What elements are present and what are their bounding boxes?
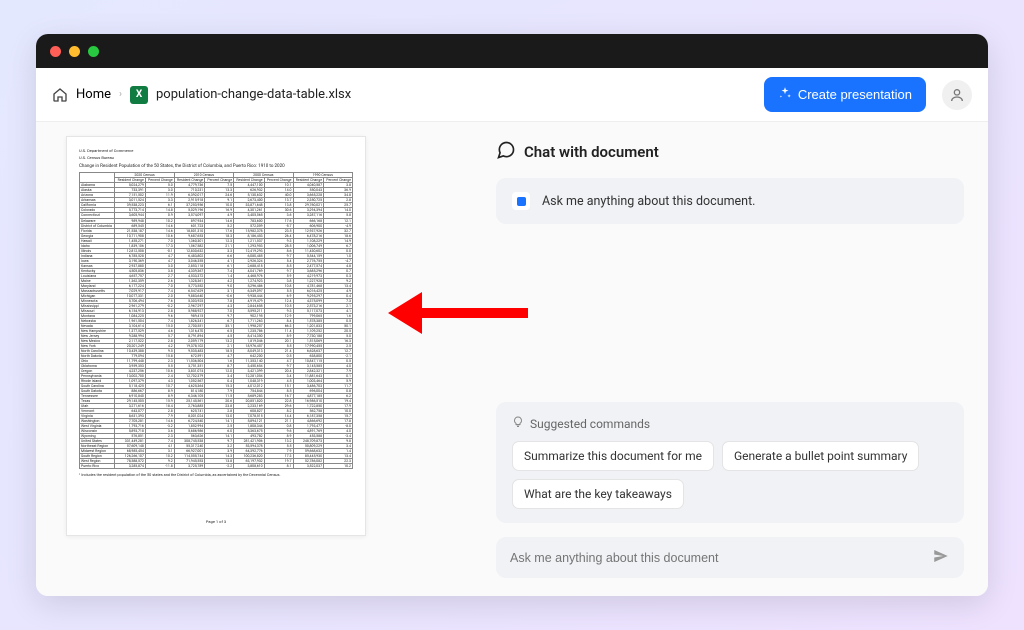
chat-header-title: Chat with document — [524, 143, 659, 161]
breadcrumb-home[interactable]: Home — [76, 87, 111, 102]
home-icon[interactable] — [52, 87, 68, 103]
main: U.S. Department of Commerce U.S. Census … — [36, 122, 988, 596]
chat-intro-text: Ask me anything about this document. — [542, 194, 755, 209]
sparkle-icon — [778, 86, 792, 103]
doc-title: Change in Resident Population of the 50 … — [79, 164, 353, 169]
titlebar — [36, 34, 988, 68]
suggestion-chip[interactable]: What are the key takeaways — [512, 479, 684, 509]
assistant-avatar-icon — [512, 192, 530, 210]
doc-dept: U.S. Department of Commerce — [79, 149, 353, 154]
col-header: Resident Change — [174, 178, 205, 183]
suggested-commands-label: Suggested commands — [530, 417, 650, 431]
document-preview-pane: U.S. Department of Commerce U.S. Census … — [36, 122, 496, 596]
doc-footnote: ¹ Includes the resident population of th… — [79, 473, 353, 477]
suggestion-chip[interactable]: Summarize this document for me — [512, 441, 714, 471]
chat-header: Chat with document — [496, 140, 964, 164]
toolbar: Home › X population-change-data-table.xl… — [36, 68, 988, 122]
doc-page-number: Page 1 of 3 — [67, 520, 365, 525]
lightbulb-icon — [512, 416, 524, 431]
chat-pane: Chat with document Ask me anything about… — [496, 122, 988, 596]
create-presentation-label: Create presentation — [798, 87, 912, 102]
suggested-commands-title: Suggested commands — [512, 416, 948, 431]
suggestion-chip[interactable]: Generate a bullet point summary — [722, 441, 919, 471]
chat-input[interactable] — [510, 551, 932, 565]
doc-table: 2020 Census2010 Census2000 Census1990 Ce… — [79, 172, 353, 469]
chat-intro-box: Ask me anything about this document. — [496, 178, 964, 224]
col-header: Percent Change — [205, 178, 234, 183]
col-header: Percent Change — [264, 178, 293, 183]
breadcrumb: Home › X population-change-data-table.xl… — [52, 86, 351, 104]
user-avatar-button[interactable] — [942, 80, 972, 110]
excel-file-icon: X — [130, 86, 148, 104]
col-header: Percent Change — [145, 178, 174, 183]
close-window-button[interactable] — [50, 46, 61, 57]
col-header: Resident Change — [293, 178, 324, 183]
create-presentation-button[interactable]: Create presentation — [764, 77, 926, 112]
chat-icon — [496, 140, 516, 164]
chevron-right-icon: › — [119, 89, 122, 100]
document-page[interactable]: U.S. Department of Commerce U.S. Census … — [66, 136, 366, 536]
minimize-window-button[interactable] — [69, 46, 80, 57]
col-header: Resident Change — [115, 178, 146, 183]
col-header: Percent Change — [324, 178, 353, 183]
chat-input-row — [496, 537, 964, 578]
col-header: Resident Change — [234, 178, 265, 183]
app-window: Home › X population-change-data-table.xl… — [36, 34, 988, 596]
maximize-window-button[interactable] — [88, 46, 99, 57]
doc-bureau: U.S. Census Bureau — [79, 156, 353, 161]
col-area — [80, 173, 115, 183]
table-row: Puerto Rico3,285,874-11.83,725,789-2.23,… — [80, 464, 353, 469]
suggested-commands-card: Suggested commands Summarize this docume… — [496, 402, 964, 523]
send-button[interactable] — [932, 547, 950, 568]
breadcrumb-filename: population-change-data-table.xlsx — [156, 87, 351, 102]
